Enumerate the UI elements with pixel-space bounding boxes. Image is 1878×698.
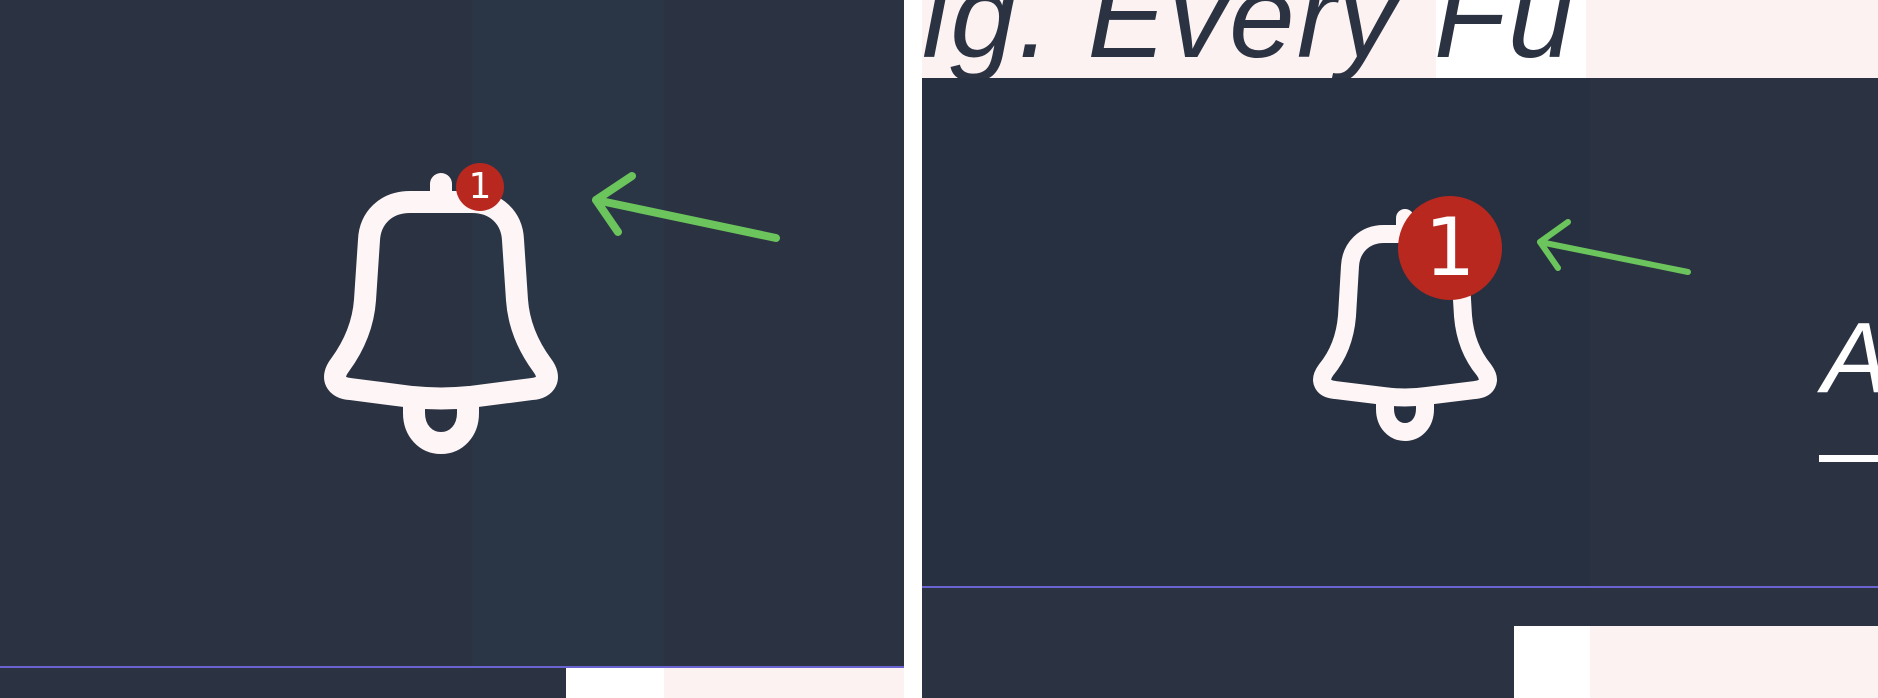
bell-icon bbox=[324, 173, 558, 455]
left-bottom-strip-white bbox=[566, 668, 664, 698]
right-bottom-dark-left bbox=[922, 626, 1514, 698]
right-top-strip: ig. Every Fu bbox=[922, 0, 1878, 78]
page-heading-fragment: ig. Every Fu bbox=[922, 0, 1576, 78]
page-link-fragment[interactable]: A bbox=[1822, 308, 1878, 408]
notification-bell-button-right[interactable]: 1 bbox=[1313, 196, 1502, 446]
comparison-canvas: 1 ig. Every Fu 1 bbox=[0, 0, 1878, 698]
right-bottom-pink bbox=[1590, 626, 1878, 698]
left-bottom-strip-pink bbox=[664, 668, 904, 698]
notification-badge-left: 1 bbox=[456, 163, 504, 211]
annotation-arrow-right bbox=[1532, 216, 1692, 286]
arrow-left-icon bbox=[1537, 219, 1691, 275]
notification-bell-button-left[interactable]: 1 bbox=[324, 160, 558, 455]
right-panel: ig. Every Fu 1 bbox=[922, 0, 1878, 698]
page-link-underline bbox=[1819, 455, 1878, 462]
left-bottom-strip-dark bbox=[0, 668, 566, 698]
right-bottom-white bbox=[1514, 626, 1590, 698]
annotation-arrow-left bbox=[588, 170, 788, 250]
arrow-left-icon bbox=[592, 172, 780, 242]
panel-separator bbox=[904, 0, 922, 698]
notification-badge-right: 1 bbox=[1398, 196, 1502, 300]
right-bottom-dark bbox=[922, 588, 1878, 626]
right-dark-area: 1 bbox=[922, 78, 1878, 586]
left-panel: 1 bbox=[0, 0, 904, 698]
